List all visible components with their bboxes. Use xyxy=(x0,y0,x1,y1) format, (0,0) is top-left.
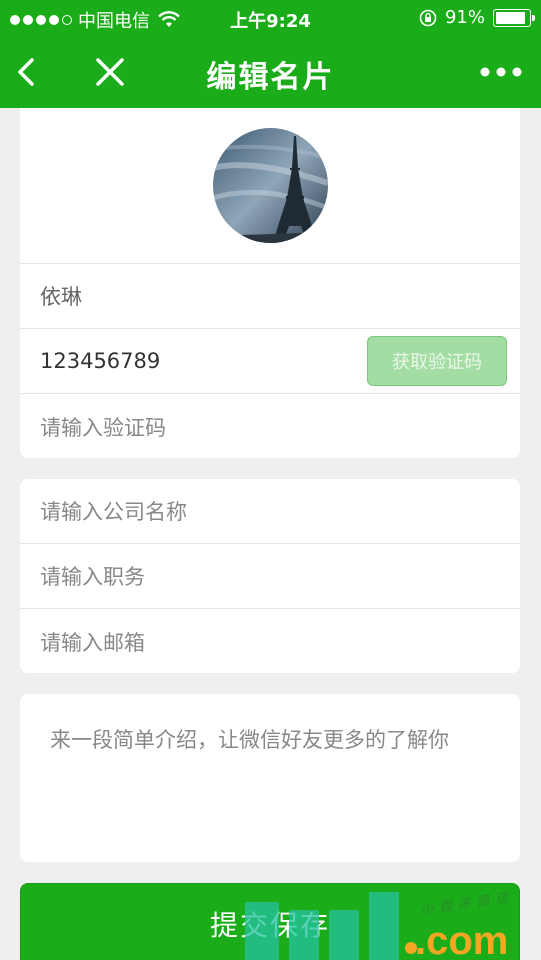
eiffel-tower-photo xyxy=(213,128,328,243)
company-field[interactable]: 请输入公司名称 xyxy=(20,479,520,544)
name-field[interactable]: 依琳 xyxy=(20,264,520,329)
battery-icon xyxy=(493,8,535,27)
battery-percent: 91% xyxy=(444,7,485,28)
avatar[interactable] xyxy=(213,128,328,243)
intro-placeholder: 来一段简单介绍，让微信好友更多的了解你 xyxy=(50,728,449,752)
code-placeholder: 请输入验证码 xyxy=(40,415,166,440)
email-placeholder: 请输入邮箱 xyxy=(40,630,145,655)
submit-button[interactable]: 提交保存 xyxy=(20,883,520,960)
name-value: 依琳 xyxy=(40,285,82,309)
phone-value: 123456789 xyxy=(40,349,161,373)
profile-card: 依琳 123456789 获取验证码 请输入验证码 xyxy=(20,108,520,458)
company-placeholder: 请输入公司名称 xyxy=(40,500,187,524)
avatar-section xyxy=(20,108,520,264)
more-dots-icon xyxy=(480,67,522,77)
page-title: 编辑名片 xyxy=(206,60,335,95)
work-info-card: 请输入公司名称 请输入职务 请输入邮箱 xyxy=(20,479,520,673)
email-field[interactable]: 请输入邮箱 xyxy=(20,609,520,673)
nav-bar: 编辑名片 xyxy=(0,36,541,108)
phone-field[interactable]: 123456789 获取验证码 xyxy=(20,329,520,394)
code-field[interactable]: 请输入验证码 xyxy=(20,394,520,458)
status-bar: 中国电信 上午9:24 91% xyxy=(0,0,541,36)
rotation-lock-icon xyxy=(419,9,437,26)
more-button[interactable] xyxy=(477,54,525,90)
intro-textarea[interactable]: 来一段简单介绍，让微信好友更多的了解你 xyxy=(20,694,520,862)
get-code-button[interactable]: 获取验证码 xyxy=(367,336,507,386)
position-field[interactable]: 请输入职务 xyxy=(20,544,520,609)
position-placeholder: 请输入职务 xyxy=(40,565,145,589)
